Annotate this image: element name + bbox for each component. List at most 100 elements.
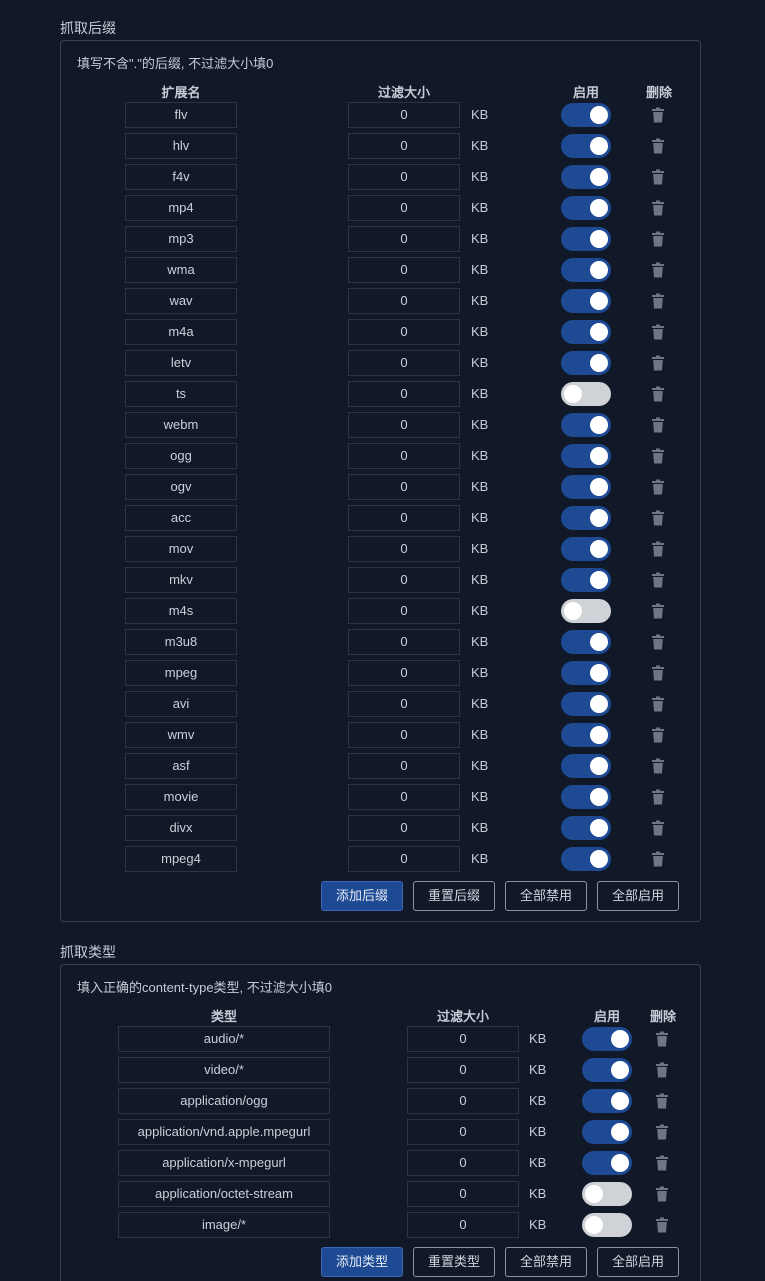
suffix-enable-toggle[interactable] [561, 413, 611, 437]
trash-icon[interactable] [651, 727, 665, 743]
type-size-input[interactable]: 0 [407, 1181, 519, 1207]
suffix-size-input[interactable]: 0 [348, 288, 460, 314]
suffix-enable-toggle[interactable] [561, 785, 611, 809]
type-name-input[interactable]: video/* [118, 1057, 330, 1083]
suffix-enable-toggle[interactable] [561, 723, 611, 747]
type-size-input[interactable]: 0 [407, 1088, 519, 1114]
suffix-size-input[interactable]: 0 [348, 815, 460, 841]
trash-icon[interactable] [651, 138, 665, 154]
enable-all-type-button[interactable]: 全部启用 [597, 1247, 679, 1277]
disable-all-suffix-button[interactable]: 全部禁用 [505, 881, 587, 911]
type-name-input[interactable]: application/ogg [118, 1088, 330, 1114]
suffix-size-input[interactable]: 0 [348, 722, 460, 748]
trash-icon[interactable] [655, 1186, 669, 1202]
reset-type-button[interactable]: 重置类型 [413, 1247, 495, 1277]
suffix-enable-toggle[interactable] [561, 537, 611, 561]
suffix-size-input[interactable]: 0 [348, 567, 460, 593]
suffix-enable-toggle[interactable] [561, 258, 611, 282]
suffix-name-input[interactable]: flv [125, 102, 237, 128]
suffix-name-input[interactable]: mov [125, 536, 237, 562]
suffix-size-input[interactable]: 0 [348, 412, 460, 438]
suffix-enable-toggle[interactable] [561, 227, 611, 251]
add-suffix-button[interactable]: 添加后缀 [321, 881, 403, 911]
add-type-button[interactable]: 添加类型 [321, 1247, 403, 1277]
suffix-enable-toggle[interactable] [561, 320, 611, 344]
suffix-size-input[interactable]: 0 [348, 443, 460, 469]
trash-icon[interactable] [651, 448, 665, 464]
suffix-name-input[interactable]: wav [125, 288, 237, 314]
suffix-name-input[interactable]: m4s [125, 598, 237, 624]
suffix-size-input[interactable]: 0 [348, 195, 460, 221]
suffix-enable-toggle[interactable] [561, 506, 611, 530]
suffix-name-input[interactable]: acc [125, 505, 237, 531]
suffix-name-input[interactable]: ogv [125, 474, 237, 500]
trash-icon[interactable] [651, 417, 665, 433]
type-enable-toggle[interactable] [582, 1182, 632, 1206]
trash-icon[interactable] [655, 1155, 669, 1171]
trash-icon[interactable] [651, 758, 665, 774]
type-enable-toggle[interactable] [582, 1213, 632, 1237]
trash-icon[interactable] [651, 107, 665, 123]
suffix-name-input[interactable]: wma [125, 257, 237, 283]
suffix-enable-toggle[interactable] [561, 351, 611, 375]
suffix-name-input[interactable]: m3u8 [125, 629, 237, 655]
suffix-name-input[interactable]: f4v [125, 164, 237, 190]
type-enable-toggle[interactable] [582, 1120, 632, 1144]
trash-icon[interactable] [651, 386, 665, 402]
trash-icon[interactable] [651, 665, 665, 681]
suffix-enable-toggle[interactable] [561, 165, 611, 189]
suffix-size-input[interactable]: 0 [348, 319, 460, 345]
disable-all-type-button[interactable]: 全部禁用 [505, 1247, 587, 1277]
reset-suffix-button[interactable]: 重置后缀 [413, 881, 495, 911]
trash-icon[interactable] [655, 1031, 669, 1047]
suffix-size-input[interactable]: 0 [348, 257, 460, 283]
suffix-enable-toggle[interactable] [561, 444, 611, 468]
trash-icon[interactable] [651, 355, 665, 371]
suffix-name-input[interactable]: mpeg4 [125, 846, 237, 872]
suffix-name-input[interactable]: divx [125, 815, 237, 841]
suffix-name-input[interactable]: m4a [125, 319, 237, 345]
suffix-name-input[interactable]: hlv [125, 133, 237, 159]
type-name-input[interactable]: image/* [118, 1212, 330, 1238]
type-enable-toggle[interactable] [582, 1027, 632, 1051]
suffix-name-input[interactable]: ts [125, 381, 237, 407]
suffix-size-input[interactable]: 0 [348, 226, 460, 252]
suffix-enable-toggle[interactable] [561, 816, 611, 840]
trash-icon[interactable] [651, 510, 665, 526]
suffix-size-input[interactable]: 0 [348, 381, 460, 407]
suffix-name-input[interactable]: wmv [125, 722, 237, 748]
suffix-size-input[interactable]: 0 [348, 691, 460, 717]
suffix-size-input[interactable]: 0 [348, 846, 460, 872]
type-size-input[interactable]: 0 [407, 1119, 519, 1145]
suffix-enable-toggle[interactable] [561, 692, 611, 716]
type-size-input[interactable]: 0 [407, 1212, 519, 1238]
type-size-input[interactable]: 0 [407, 1057, 519, 1083]
suffix-enable-toggle[interactable] [561, 568, 611, 592]
trash-icon[interactable] [651, 479, 665, 495]
suffix-name-input[interactable]: ogg [125, 443, 237, 469]
suffix-name-input[interactable]: mp4 [125, 195, 237, 221]
type-enable-toggle[interactable] [582, 1089, 632, 1113]
type-name-input[interactable]: audio/* [118, 1026, 330, 1052]
type-size-input[interactable]: 0 [407, 1026, 519, 1052]
suffix-size-input[interactable]: 0 [348, 102, 460, 128]
suffix-name-input[interactable]: webm [125, 412, 237, 438]
suffix-name-input[interactable]: asf [125, 753, 237, 779]
trash-icon[interactable] [651, 262, 665, 278]
suffix-size-input[interactable]: 0 [348, 505, 460, 531]
trash-icon[interactable] [651, 572, 665, 588]
suffix-name-input[interactable]: letv [125, 350, 237, 376]
suffix-size-input[interactable]: 0 [348, 474, 460, 500]
trash-icon[interactable] [651, 789, 665, 805]
suffix-name-input[interactable]: mp3 [125, 226, 237, 252]
suffix-size-input[interactable]: 0 [348, 536, 460, 562]
trash-icon[interactable] [651, 200, 665, 216]
suffix-name-input[interactable]: avi [125, 691, 237, 717]
trash-icon[interactable] [651, 696, 665, 712]
suffix-enable-toggle[interactable] [561, 103, 611, 127]
suffix-enable-toggle[interactable] [561, 196, 611, 220]
trash-icon[interactable] [651, 169, 665, 185]
type-name-input[interactable]: application/octet-stream [118, 1181, 330, 1207]
trash-icon[interactable] [651, 541, 665, 557]
suffix-name-input[interactable]: mkv [125, 567, 237, 593]
